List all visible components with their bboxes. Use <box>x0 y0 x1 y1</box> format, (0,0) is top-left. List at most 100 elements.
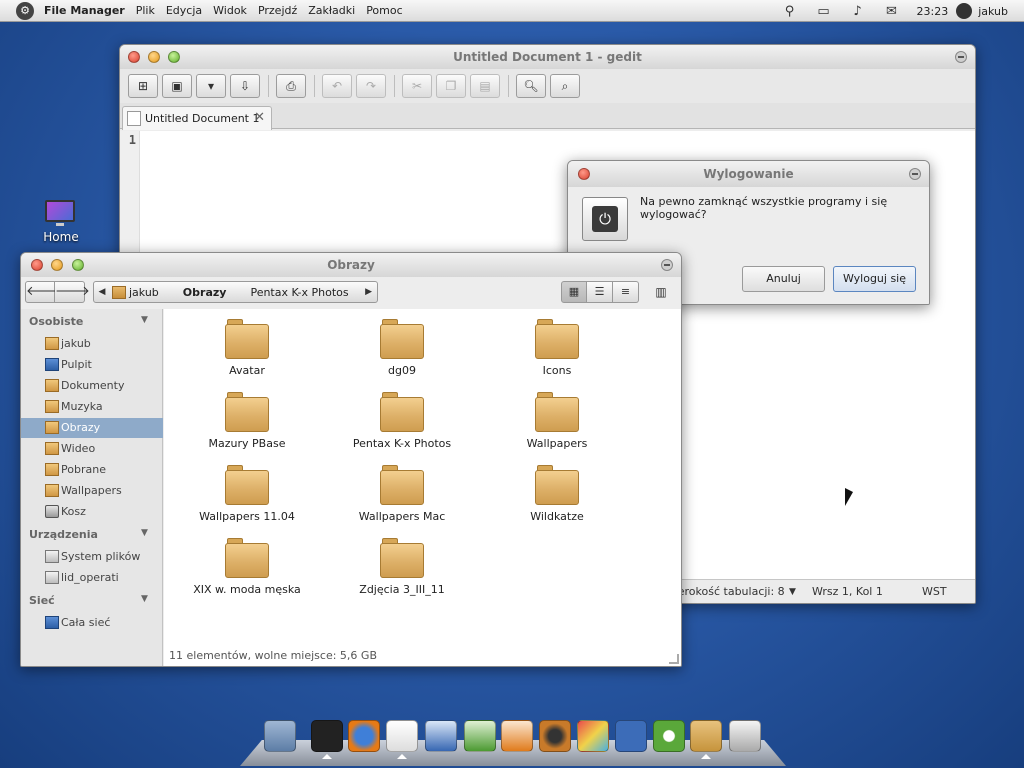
minimize-icon[interactable] <box>51 259 63 271</box>
open-icon[interactable]: ▣ <box>162 74 192 98</box>
cancel-button[interactable]: Anuluj <box>742 266 825 292</box>
network-icon[interactable]: ⚲ <box>773 4 807 19</box>
file-view[interactable]: Avatar dg09 Icons Mazury PBase Pentax K-… <box>164 309 681 666</box>
sidebar-header-network[interactable]: Sieć ▼ <box>29 594 148 607</box>
volume-icon[interactable]: ♪ <box>841 4 875 19</box>
sidebar-item-system-plikow[interactable]: System plików <box>21 547 163 567</box>
gnome-icon[interactable] <box>615 720 647 752</box>
back-arrow-icon[interactable]: 🡐 <box>25 281 61 303</box>
rollup-icon[interactable] <box>909 168 921 180</box>
desktop-home-icon[interactable]: Home <box>36 198 86 248</box>
logout-button[interactable]: Wyloguj się <box>833 266 916 292</box>
folder-item[interactable]: Mazury PBase <box>172 392 322 456</box>
sidebar-item-lid-operati[interactable]: lid_operati <box>21 568 163 588</box>
cut-icon[interactable]: ✂ <box>402 74 432 98</box>
sidebar-header-devices[interactable]: Urządzenia ▼ <box>29 528 148 541</box>
terminal-icon[interactable] <box>311 720 343 752</box>
firefox-icon[interactable] <box>348 720 380 752</box>
sidebar-item-pulpit[interactable]: Pulpit <box>21 355 163 375</box>
sidebar-item-cala-siec[interactable]: Cała sieć <box>21 613 163 633</box>
folder-item[interactable]: Wildkatze <box>482 465 632 529</box>
minimize-icon[interactable] <box>148 51 160 63</box>
sidebar-item-wideo[interactable]: Wideo <box>21 439 163 459</box>
sidebar-item-kosz[interactable]: Kosz <box>21 502 163 522</box>
speaker-icon[interactable] <box>539 720 571 752</box>
folder-item[interactable]: Wallpapers <box>482 392 632 456</box>
mail-icon[interactable]: ✉ <box>875 4 909 19</box>
list-view-icon[interactable]: ☰ <box>587 281 613 303</box>
close-icon[interactable] <box>128 51 140 63</box>
chevron-down-icon[interactable]: ▼ <box>141 594 148 604</box>
chevron-down-icon[interactable]: ▼ <box>141 528 148 538</box>
menu-przejdz[interactable]: Przejdź <box>258 4 297 17</box>
find-replace-icon[interactable]: ⌕ <box>550 74 580 98</box>
trash-icon[interactable] <box>729 720 761 752</box>
sidebar-item-dokumenty[interactable]: Dokumenty <box>21 376 163 396</box>
impress-icon[interactable] <box>501 720 533 752</box>
chevron-down-icon[interactable]: ▼ <box>141 315 148 325</box>
menu-widok[interactable]: Widok <box>213 4 247 17</box>
paint-icon[interactable] <box>577 720 609 752</box>
clock[interactable]: 23:23 <box>917 5 949 18</box>
breadcrumb-pentax[interactable]: Pentax K-x Photos <box>238 286 360 299</box>
user-icon[interactable] <box>956 3 973 19</box>
tab-width-selector[interactable]: Szerokość tabulacji: 8 <box>665 585 785 598</box>
tab-untitled-document-1[interactable]: Untitled Document 1 ✕ <box>122 106 272 130</box>
close-icon[interactable] <box>578 168 590 180</box>
folder-item[interactable]: Wallpapers Mac <box>327 465 477 529</box>
system-logo-icon[interactable]: ⚙ <box>16 1 34 20</box>
folder-item[interactable]: Wallpapers 11.04 <box>172 465 322 529</box>
breadcrumb-right-icon[interactable]: ▶ <box>361 287 377 297</box>
close-tab-icon[interactable]: ✕ <box>254 110 265 125</box>
sidebar-item-muzyka[interactable]: Muzyka <box>21 397 163 417</box>
sidebar-header-personal[interactable]: Osobiste ▼ <box>29 315 148 328</box>
menu-zakladki[interactable]: Zakładki <box>308 4 355 17</box>
sidebar-item-wallpapers[interactable]: Wallpapers <box>21 481 163 501</box>
folder-item[interactable]: XIX w. moda męska <box>172 538 322 602</box>
update-manager-icon[interactable] <box>653 720 685 752</box>
menu-plik[interactable]: Plik <box>136 4 155 17</box>
menu-pomoc[interactable]: Pomoc <box>366 4 402 17</box>
undo-icon[interactable]: ↶ <box>322 74 352 98</box>
save-icon[interactable]: ⇩ <box>230 74 260 98</box>
sidebar-item-jakub[interactable]: jakub <box>21 334 163 354</box>
folder-item[interactable]: Avatar <box>172 319 322 383</box>
maximize-icon[interactable] <box>168 51 180 63</box>
sidebar-item-obrazy[interactable]: Obrazy <box>21 418 163 438</box>
breadcrumb-jakub[interactable]: jakub <box>129 286 171 299</box>
logout-titlebar[interactable]: Wylogowanie <box>568 161 929 187</box>
redo-icon[interactable]: ↷ <box>356 74 386 98</box>
folder-item[interactable]: dg09 <box>327 319 477 383</box>
gedit-titlebar[interactable]: Untitled Document 1 - gedit <box>120 45 975 69</box>
compact-view-icon[interactable]: ≡ <box>613 281 639 303</box>
new-document-icon[interactable]: ⊞ <box>128 74 158 98</box>
chevron-down-icon[interactable]: ▼ <box>789 587 796 597</box>
breadcrumb-obrazy[interactable]: Obrazy <box>171 286 239 299</box>
forward-arrow-icon[interactable]: 🡒 <box>55 281 90 303</box>
folder-item[interactable]: Zdjęcia 3_III_11 <box>327 538 477 602</box>
print-icon[interactable]: ⎙ <box>276 74 306 98</box>
close-icon[interactable] <box>31 259 43 271</box>
icon-view-icon[interactable]: ▦ <box>561 281 587 303</box>
calc-icon[interactable] <box>464 720 496 752</box>
battery-icon[interactable]: ▭ <box>807 4 841 19</box>
side-pane-toggle-icon[interactable]: ▥ <box>651 281 671 303</box>
writer-icon[interactable] <box>425 720 457 752</box>
maximize-icon[interactable] <box>72 259 84 271</box>
paste-icon[interactable]: ▤ <box>470 74 500 98</box>
text-editor-icon[interactable] <box>386 720 418 752</box>
rollup-icon[interactable] <box>955 51 967 63</box>
user-name[interactable]: jakub <box>978 5 1008 18</box>
recent-dropdown-icon[interactable]: ▾ <box>196 74 226 98</box>
home-folder-icon[interactable] <box>690 720 722 752</box>
copy-icon[interactable]: ❐ <box>436 74 466 98</box>
system-monitor-icon[interactable] <box>264 720 296 752</box>
breadcrumb-left-icon[interactable]: ◀ <box>94 287 110 297</box>
menu-edycja[interactable]: Edycja <box>166 4 202 17</box>
rollup-icon[interactable] <box>661 259 673 271</box>
resize-grip-icon[interactable] <box>669 654 679 664</box>
folder-item[interactable]: Pentax K-x Photos <box>327 392 477 456</box>
file-manager-titlebar[interactable]: Obrazy <box>21 253 681 277</box>
folder-item[interactable]: Icons <box>482 319 632 383</box>
find-icon[interactable]: 🔍︎ <box>516 74 546 98</box>
